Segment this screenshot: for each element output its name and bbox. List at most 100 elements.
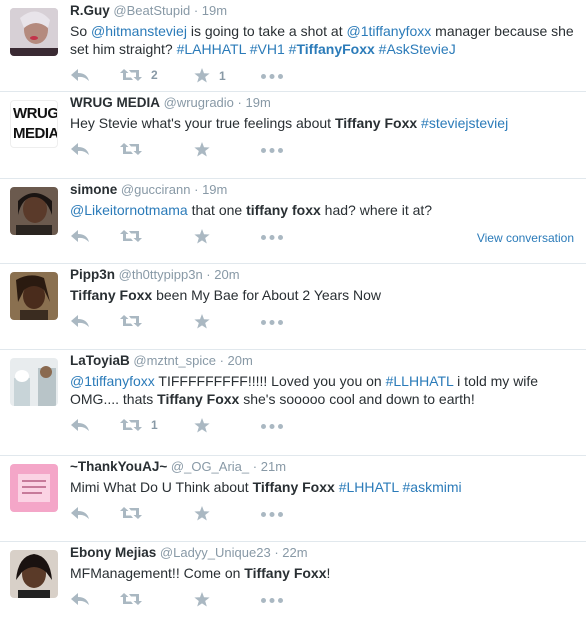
separator-dot: · [194,182,199,197]
fullname[interactable]: R.Guy [70,3,110,18]
more-icon [261,320,283,325]
separator-dot: · [274,545,279,560]
tweet-header: simone @guccirann · 19m [70,179,574,199]
hashtag-link[interactable]: #VH1 [250,41,285,57]
favorite-button[interactable] [194,418,219,433]
separator-dot: · [237,95,242,110]
star-icon [194,592,210,607]
hashtag-link[interactable]: #LAHHATL [177,41,246,57]
timestamp[interactable]: 20m [214,267,239,282]
favorite-button[interactable] [194,592,219,607]
reply-button[interactable] [70,142,90,156]
tweet-header: LaToyiaB @mztnt_spice · 20m [70,350,574,370]
timestamp[interactable]: 19m [246,95,271,110]
retweet-button[interactable]: 2 [120,68,158,82]
reply-button[interactable] [70,592,90,606]
username[interactable]: @BeatStupid [113,3,190,18]
more-icon [261,424,283,429]
tweet[interactable]: R.Guy @BeatStupid · 19m So @hitmanstevie… [0,0,586,92]
highlighted-term: tiffany foxx [246,202,321,218]
more-button[interactable] [261,235,283,240]
fullname[interactable]: Pipp3n [70,267,115,282]
more-button[interactable] [261,424,283,429]
tweet[interactable]: LaToyiaB @mztnt_spice · 20m @1tiffanyfox… [0,350,586,456]
hashtag-link[interactable]: #LHHATL [339,479,399,495]
mention-link[interactable]: @hitmansteviej [91,23,187,39]
tweet-actions: 1 [70,414,574,440]
tweet[interactable]: simone @guccirann · 19m @Likeitornotmama… [0,179,586,264]
tweet-text: So @hitmansteviej is going to take a sho… [70,22,574,58]
mention-link[interactable]: @1tiffanyfoxx [346,23,431,39]
reply-button[interactable] [70,506,90,520]
avatar[interactable] [10,8,58,56]
hashtag-link[interactable]: #askmimi [403,479,462,495]
tweet-text: Mimi What Do U Think about Tiffany Foxx … [70,478,574,496]
tweet[interactable]: Ebony Mejias @Ladyy_Unique23 · 22m MFMan… [0,542,586,627]
reply-icon [71,143,89,155]
retweet-button[interactable] [120,506,151,520]
retweet-button[interactable]: 1 [120,418,158,432]
tweet-text-segment: MFManagement!! Come on [70,565,245,581]
avatar[interactable] [10,272,58,320]
fullname[interactable]: simone [70,182,117,197]
more-button[interactable] [261,320,283,325]
separator-dot: · [219,353,224,368]
favorite-button[interactable] [194,314,219,329]
fullname[interactable]: WRUG MEDIA [70,95,160,110]
username[interactable]: @_OG_Aria_ [171,459,249,474]
timestamp[interactable]: 19m [202,3,227,18]
retweet-icon [120,230,142,242]
favorite-button[interactable] [194,229,219,244]
reply-button[interactable] [70,418,90,432]
username[interactable]: @Ladyy_Unique23 [160,545,271,560]
retweet-button[interactable] [120,229,151,243]
favorite-button[interactable]: 1 [194,68,226,83]
favorite-button[interactable] [194,506,219,521]
hashtag-link[interactable]: #LLHHATL [386,373,454,389]
retweet-button[interactable] [120,592,151,606]
avatar[interactable] [10,187,58,235]
avatar[interactable]: WRUG MEDIA [10,100,58,148]
star-icon [194,142,210,157]
reply-button[interactable] [70,68,90,82]
username[interactable]: @th0ttypipp3n [119,267,203,282]
more-button[interactable] [261,148,283,153]
mention-link[interactable]: @1tiffanyfoxx [70,373,155,389]
retweet-button[interactable] [120,142,151,156]
highlighted-term: Tiffany Foxx [244,565,327,581]
retweet-icon [120,315,142,327]
fullname[interactable]: LaToyiaB [70,353,130,368]
retweet-icon [120,69,142,81]
avatar[interactable] [10,550,58,598]
tweet-actions [70,225,574,251]
more-button[interactable] [261,512,283,517]
avatar[interactable] [10,464,58,512]
retweet-button[interactable] [120,314,151,328]
hashtag-link[interactable]: #AskStevieJ [379,41,456,57]
retweet-icon [120,419,142,431]
more-button[interactable] [261,598,283,603]
hashtag-link[interactable]: TiffanyFoxx [296,41,374,57]
username[interactable]: @guccirann [121,182,191,197]
retweet-icon [120,507,142,519]
fullname[interactable]: Ebony Mejias [70,545,156,560]
timestamp[interactable]: 21m [261,459,286,474]
tweet-text-segment: she's sooooo cool and down to earth! [239,391,475,407]
mention-link[interactable]: @Likeitornotmama [70,202,188,218]
hashtag-link[interactable]: #steviejsteviej [421,115,508,131]
tweet[interactable]: WRUG MEDIA WRUG MEDIA @wrugradio · 19m He… [0,92,586,179]
more-button[interactable] [261,74,283,79]
reply-button[interactable] [70,229,90,243]
fullname[interactable]: ~ThankYouAJ~ [70,459,167,474]
avatar[interactable] [10,358,58,406]
timestamp[interactable]: 22m [282,545,307,560]
timestamp[interactable]: 19m [202,182,227,197]
reply-button[interactable] [70,314,90,328]
tweet[interactable]: ~ThankYouAJ~ @_OG_Aria_ · 21m Mimi What … [0,456,586,542]
username[interactable]: @mztnt_spice [133,353,216,368]
tweet[interactable]: Pipp3n @th0ttypipp3n · 20m Tiffany Foxx … [0,264,586,350]
star-icon [194,229,210,244]
username[interactable]: @wrugradio [164,95,234,110]
favorite-button[interactable] [194,142,219,157]
timestamp[interactable]: 20m [228,353,253,368]
